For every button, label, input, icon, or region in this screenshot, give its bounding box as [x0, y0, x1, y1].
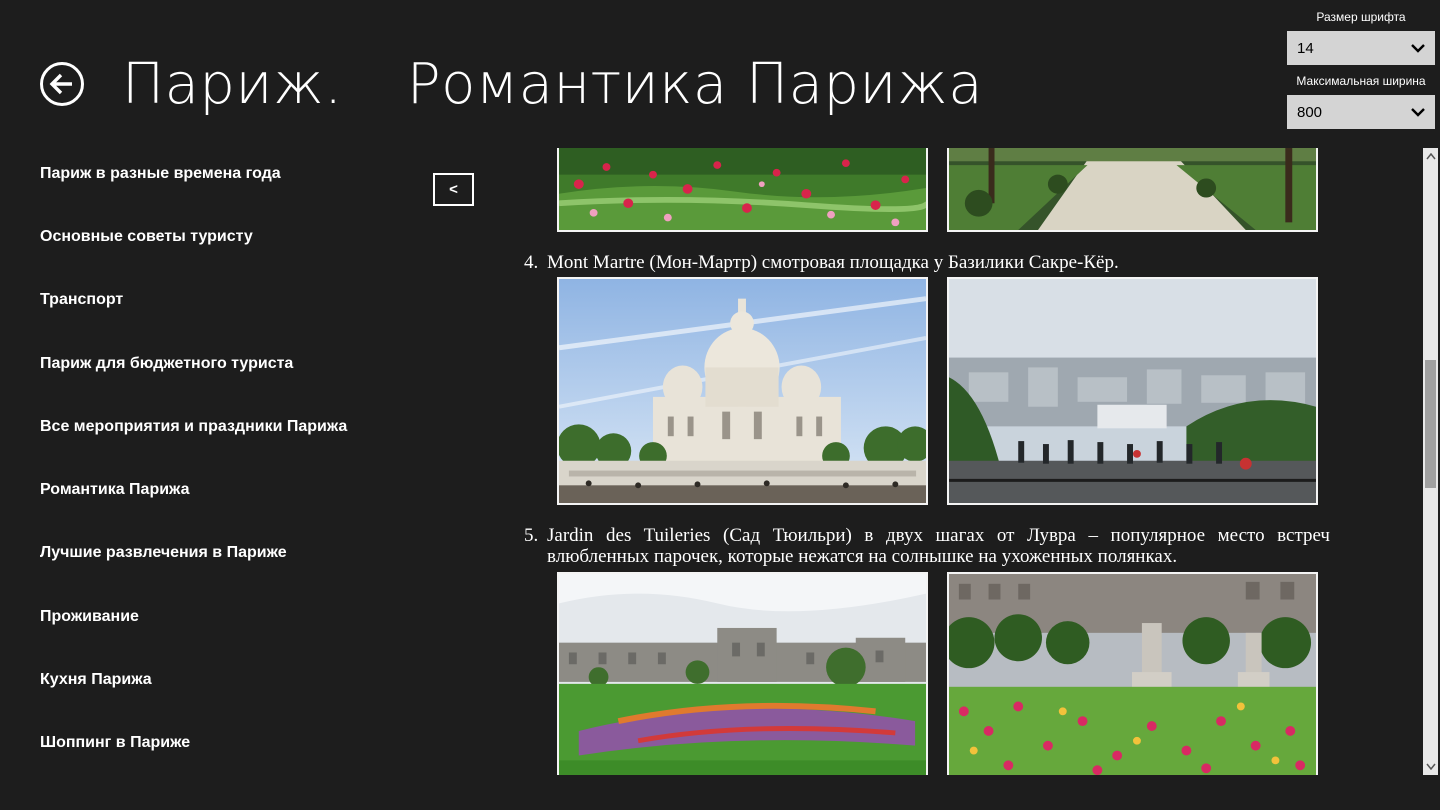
font-size-value: 14	[1297, 39, 1314, 57]
page-title: Романтика Парижа	[406, 52, 984, 117]
font-size-select[interactable]: 14	[1287, 31, 1435, 65]
chevron-down-icon	[1411, 108, 1425, 117]
scroll-down-button[interactable]	[1423, 758, 1438, 775]
collapse-nav-button[interactable]: <	[433, 173, 474, 206]
nav-item-seasons[interactable]: Париж в разные времена года	[40, 142, 420, 205]
scroll-up-button[interactable]	[1423, 148, 1438, 165]
sidebar-nav: Париж в разные времена года Основные сов…	[40, 142, 420, 775]
nav-item-events[interactable]: Все мероприятия и праздники Парижа	[40, 395, 420, 458]
chevron-down-icon	[1411, 44, 1425, 53]
chevron-up-icon	[1425, 153, 1436, 160]
article-content: 4. Mont Martre (Мон-Мартр) смотровая пло…	[520, 148, 1330, 775]
nav-item-shopping[interactable]: Шоппинг в Париже	[40, 712, 420, 775]
list-item-text: Mont Martre (Мон-Мартр) смотровая площад…	[547, 252, 1119, 273]
nav-item-budget[interactable]: Париж для бюджетного туриста	[40, 332, 420, 395]
list-item-number: 5.	[524, 525, 539, 546]
list-item-number: 4.	[524, 252, 539, 273]
nav-item-transport[interactable]: Транспорт	[40, 269, 420, 332]
rose-garden-photo	[557, 148, 928, 232]
app-title: Париж.	[122, 52, 343, 117]
font-size-label: Размер шрифта	[1316, 10, 1406, 24]
list-item-text: Jardin des Tuileries (Сад Тюильри) в дву…	[547, 525, 1330, 567]
list-item: 4. Mont Martre (Мон-Мартр) смотровая пло…	[524, 252, 1330, 273]
page-header: Париж. Романтика Парижа	[122, 50, 983, 120]
sacre-coeur-photo	[557, 277, 928, 505]
content-scrollbar[interactable]	[1423, 148, 1438, 775]
max-width-select[interactable]: 800	[1287, 95, 1435, 129]
garden-path-photo	[947, 148, 1318, 232]
list-item: 5. Jardin des Tuileries (Сад Тюильри) в …	[524, 525, 1330, 567]
max-width-value: 800	[1297, 103, 1323, 121]
chevron-down-icon	[1425, 763, 1436, 770]
scroll-thumb[interactable]	[1425, 360, 1436, 489]
nav-item-accommodation[interactable]: Проживание	[40, 585, 420, 648]
back-arrow-icon	[49, 73, 72, 95]
montmartre-view-photo	[947, 277, 1318, 505]
back-button[interactable]	[40, 62, 84, 106]
max-width-label: Максимальная ширина	[1296, 74, 1426, 88]
tuileries-louvre-photo	[557, 572, 928, 775]
nav-item-entertainment[interactable]: Лучшие развлечения в Париже	[40, 522, 420, 585]
nav-item-cuisine[interactable]: Кухня Парижа	[40, 648, 420, 711]
nav-item-tourist-tips[interactable]: Основные советы туристу	[40, 205, 420, 268]
nav-item-romance[interactable]: Романтика Парижа	[40, 458, 420, 521]
tuileries-statues-photo	[947, 572, 1318, 775]
